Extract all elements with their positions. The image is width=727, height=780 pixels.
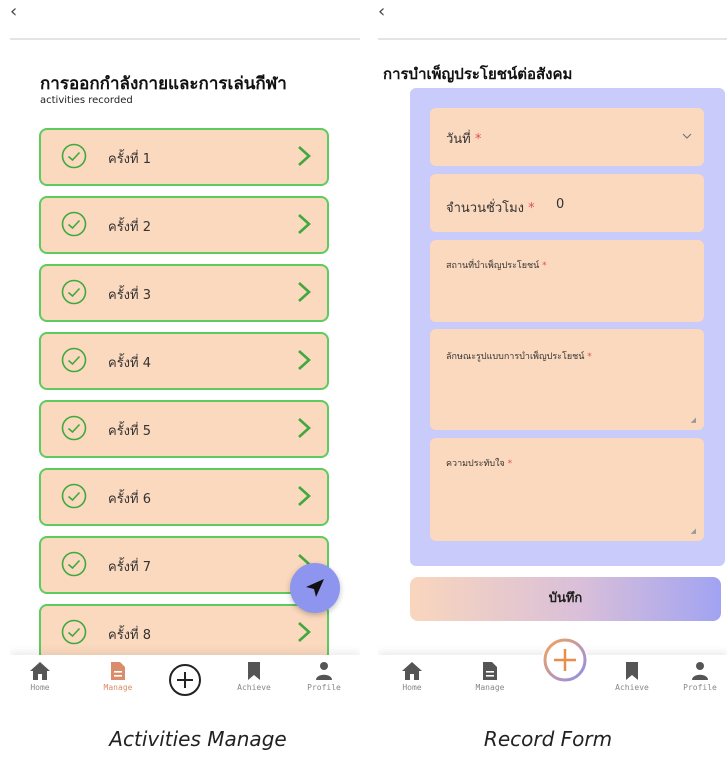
place-field[interactable]: สถานที่บำเพ็ญประโยชน์ * [430, 240, 704, 322]
list-item[interactable]: ครั้งที่ 6 [39, 468, 329, 526]
home-icon [30, 662, 50, 680]
list-item-label: ครั้งที่ 2 [108, 220, 151, 235]
nav-achieve[interactable]: Achieve [224, 661, 284, 692]
top-bar: ‹ [378, 0, 727, 40]
top-bar: ‹ [10, 0, 360, 40]
nav-manage[interactable]: Manage [460, 661, 520, 692]
hours-value: 0 [556, 197, 565, 212]
nav-profile[interactable]: Profile [294, 661, 354, 692]
home-icon [402, 662, 422, 680]
impression-textarea[interactable]: ความประทับใจ * ◢ [430, 438, 704, 541]
nav-achieve-label: Achieve [237, 683, 271, 692]
check-circle-icon [61, 211, 87, 237]
nav-home[interactable]: Home [10, 661, 70, 692]
activities-manage-screen: ‹ การออกกำลังกายและการเล่นกีฬา activitie… [10, 0, 360, 712]
list-item-label: ครั้งที่ 5 [108, 424, 151, 439]
hours-field[interactable]: จำนวนชั่วโมง * 0 [430, 174, 704, 232]
list-item-label: ครั้งที่ 6 [108, 492, 151, 507]
impression-label: ความประทับใจ * [446, 459, 513, 469]
date-label: วันที่ * [446, 132, 482, 147]
plus-circle-icon [543, 638, 587, 682]
nav-manage-label: Manage [475, 683, 505, 692]
bottom-nav: Home Manage Achieve Profile [378, 637, 727, 712]
resize-handle-icon[interactable]: ◢ [691, 416, 696, 424]
check-circle-icon [61, 279, 87, 305]
nav-achieve-label: Achieve [615, 683, 649, 692]
list-item[interactable]: ครั้งที่ 8 [39, 604, 329, 662]
chevron-right-icon[interactable] [297, 417, 311, 439]
resize-handle-icon[interactable]: ◢ [691, 527, 696, 535]
check-circle-icon [61, 347, 87, 373]
bookmark-icon [248, 662, 260, 680]
nav-profile[interactable]: Profile [670, 661, 727, 692]
back-button[interactable]: ‹ [378, 0, 385, 24]
nav-home-label: Home [30, 683, 50, 692]
list-item[interactable]: ครั้งที่ 4 [39, 332, 329, 390]
nav-manage-label: Manage [103, 683, 133, 692]
record-form-screen: ‹ การบำเพ็ญประโยชน์ต่อสังคม วันที่ * จำน… [378, 0, 727, 712]
left-caption: Activities Manage [109, 727, 287, 751]
document-icon [483, 662, 497, 680]
chevron-down-icon [682, 133, 692, 139]
send-fab-button[interactable] [290, 563, 340, 613]
chevron-right-icon[interactable] [297, 145, 311, 167]
bookmark-icon [626, 662, 638, 680]
check-circle-icon [61, 551, 87, 577]
nav-add-button[interactable] [168, 663, 202, 697]
list-item-label: ครั้งที่ 1 [108, 152, 151, 167]
hours-label: จำนวนชั่วโมง * [446, 201, 535, 216]
place-label: สถานที่บำเพ็ญประโยชน์ * [446, 261, 547, 271]
nav-profile-label: Profile [683, 683, 717, 692]
nav-home-label: Home [402, 683, 422, 692]
nature-textarea[interactable]: ลักษณะรูปแบบการบำเพ็ญประโยชน์ * ◢ [430, 329, 704, 430]
nav-manage[interactable]: Manage [88, 661, 148, 692]
page-subtitle: activities recorded [40, 95, 133, 106]
nature-label: ลักษณะรูปแบบการบำเพ็ญประโยชน์ * [446, 352, 592, 362]
list-item-label: ครั้งที่ 3 [108, 288, 151, 303]
list-item-label: ครั้งที่ 7 [108, 560, 151, 575]
user-icon [692, 662, 708, 680]
form-panel: วันที่ * จำนวนชั่วโมง * 0 สถานที่บำเพ็ญป… [410, 88, 725, 566]
nav-profile-label: Profile [307, 683, 341, 692]
check-circle-icon [61, 483, 87, 509]
send-icon [306, 579, 324, 597]
list-item-label: ครั้งที่ 4 [108, 356, 151, 371]
check-circle-icon [61, 143, 87, 169]
save-button[interactable]: บันทึก [410, 577, 721, 621]
chevron-right-icon[interactable] [297, 213, 311, 235]
list-item[interactable]: ครั้งที่ 3 [39, 264, 329, 322]
chevron-right-icon[interactable] [297, 485, 311, 507]
list-item[interactable]: ครั้งที่ 2 [39, 196, 329, 254]
back-button[interactable]: ‹ [10, 0, 17, 24]
list-item[interactable]: ครั้งที่ 1 [39, 128, 329, 186]
date-select[interactable]: วันที่ * [430, 108, 704, 166]
nav-home[interactable]: Home [382, 661, 442, 692]
right-caption: Record Form [483, 727, 613, 751]
chevron-right-icon[interactable] [297, 621, 311, 643]
user-icon [316, 662, 332, 680]
form-title: การบำเพ็ญประโยชน์ต่อสังคม [383, 65, 573, 83]
nav-add-button[interactable] [542, 637, 588, 683]
bottom-nav: Home Manage Achieve Profile [10, 655, 360, 712]
chevron-right-icon[interactable] [297, 281, 311, 303]
page-title: การออกกำลังกายและการเล่นกีฬา [40, 74, 287, 94]
document-icon [111, 662, 125, 680]
list-item[interactable]: ครั้งที่ 7 [39, 536, 329, 594]
chevron-right-icon[interactable] [297, 349, 311, 371]
list-item-label: ครั้งที่ 8 [108, 628, 151, 643]
check-circle-icon [61, 415, 87, 441]
list-item[interactable]: ครั้งที่ 5 [39, 400, 329, 458]
nav-achieve[interactable]: Achieve [602, 661, 662, 692]
plus-circle-icon [169, 664, 201, 696]
check-circle-icon [61, 619, 87, 645]
